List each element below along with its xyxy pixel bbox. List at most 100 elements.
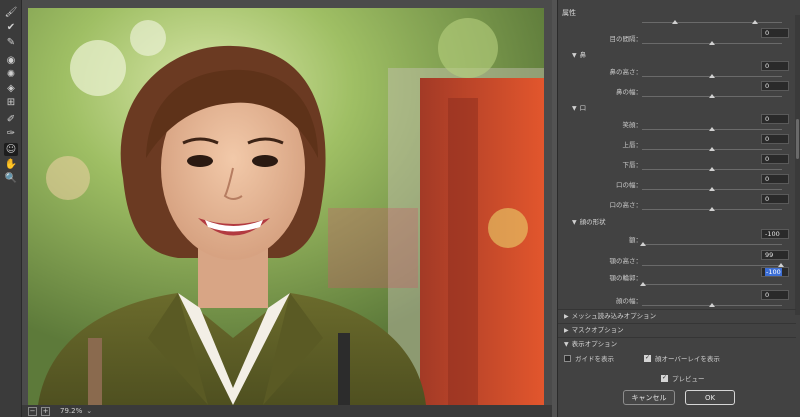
slider-knob[interactable] xyxy=(640,282,646,286)
preview-label: プレビュー xyxy=(672,375,705,383)
push-left-tool-icon[interactable]: ⊞ xyxy=(4,96,18,109)
face-tool-icon[interactable]: ☺ xyxy=(4,143,18,156)
chin-height-label: 顎の高さ： xyxy=(609,257,643,265)
nose-group-label: 鼻 xyxy=(579,51,587,59)
reconstruct-tool-icon[interactable]: ✔ xyxy=(4,21,18,34)
mesh-options-label: メッシュ読み込みオプション xyxy=(571,312,657,320)
upper-lip-slider[interactable] xyxy=(642,147,782,151)
bloat-tool-icon[interactable]: ◈ xyxy=(4,82,18,95)
slider-knob[interactable] xyxy=(709,127,715,131)
chin-height-input[interactable]: 99 xyxy=(761,250,789,260)
chin-height-slider[interactable] xyxy=(642,263,784,267)
smile-slider[interactable] xyxy=(642,127,782,131)
slider-knob[interactable] xyxy=(709,303,715,307)
panel-scrollbar[interactable] xyxy=(795,15,800,315)
chevron-down-icon[interactable]: ⌄ xyxy=(86,407,92,415)
lower-lip-input[interactable]: 0 xyxy=(761,154,789,164)
mask-options-section[interactable]: ▶ マスクオプション xyxy=(558,323,796,336)
tools-toolbar: 🖌 ✔ ✎ ◉ ✺ ◈ ⊞ ✐ ✑ ☺ ✋ 🔍 xyxy=(0,0,22,417)
panel-title: 属性 xyxy=(562,9,576,17)
ok-button[interactable]: OK xyxy=(685,390,735,405)
slider-knob[interactable] xyxy=(709,41,715,45)
view-options-section[interactable]: ▼ 表示オプション xyxy=(558,337,796,350)
nose-height-slider[interactable] xyxy=(642,74,782,78)
slider-knob[interactable] xyxy=(752,20,758,24)
scrollbar-thumb[interactable] xyxy=(796,119,799,159)
nose-group-header[interactable]: ▼ 鼻 xyxy=(572,49,586,59)
checkmark-icon[interactable]: ✓ xyxy=(661,374,668,382)
portrait-photo[interactable] xyxy=(28,8,544,405)
mouth-width-slider[interactable] xyxy=(642,187,782,191)
mouth-group-label: 口 xyxy=(579,104,587,112)
forehead-label: 額： xyxy=(629,236,642,244)
nose-width-slider[interactable] xyxy=(642,94,782,98)
canvas-area[interactable] xyxy=(22,0,552,417)
zoom-level[interactable]: 79.2% xyxy=(60,407,82,415)
twirl-tool-icon[interactable]: ◉ xyxy=(4,54,18,67)
jawline-label: 顎の輪郭： xyxy=(609,274,643,282)
slider-knob[interactable] xyxy=(709,147,715,151)
mouth-height-input[interactable]: 0 xyxy=(761,194,789,204)
triangle-down-icon: ▼ xyxy=(564,341,569,348)
jawline-slider[interactable] xyxy=(640,282,782,286)
smooth-tool-icon[interactable]: ✎ xyxy=(4,36,18,49)
forehead-input[interactable]: -100 xyxy=(761,229,789,239)
face-width-input[interactable]: 0 xyxy=(761,290,789,300)
face-shape-group-header[interactable]: ▼ 顔の形状 xyxy=(572,216,606,226)
face-width-label: 顔の幅： xyxy=(616,297,642,305)
slider-top-partial[interactable] xyxy=(642,20,782,24)
mouth-height-slider[interactable] xyxy=(642,207,782,211)
mouth-width-input[interactable]: 0 xyxy=(761,174,789,184)
show-guides-label: ガイドを表示 xyxy=(575,355,614,363)
slider-knob[interactable] xyxy=(672,20,678,24)
mouth-width-label: 口の幅： xyxy=(616,181,642,189)
triangle-down-icon: ▼ xyxy=(572,105,577,112)
zoom-out-button[interactable]: − xyxy=(28,406,37,416)
zoom-tool-icon[interactable]: 🔍 xyxy=(4,172,18,185)
triangle-down-icon: ▼ xyxy=(572,219,577,226)
smile-input[interactable]: 0 xyxy=(761,114,789,124)
hand-tool-icon[interactable]: ✋ xyxy=(4,158,18,171)
lower-lip-label: 下唇： xyxy=(622,161,643,169)
nose-height-input[interactable]: 0 xyxy=(761,61,789,71)
eye-distance-label: 目の間隔： xyxy=(609,35,643,43)
view-options-label: 表示オプション xyxy=(571,340,618,348)
upper-lip-label: 上唇： xyxy=(622,141,643,149)
zoom-bar: − + 79.2% ⌄ xyxy=(22,405,552,417)
show-guides-checkbox[interactable]: ガイドを表示 xyxy=(564,353,614,363)
triangle-right-icon: ▶ xyxy=(564,327,569,334)
thaw-mask-tool-icon[interactable]: ✑ xyxy=(4,127,18,140)
freeze-mask-tool-icon[interactable]: ✐ xyxy=(4,113,18,126)
eye-distance-input[interactable]: 0 xyxy=(761,28,789,38)
nose-width-input[interactable]: 0 xyxy=(761,81,789,91)
jawline-input[interactable]: -100 xyxy=(761,267,789,277)
eye-distance-slider[interactable] xyxy=(642,41,782,45)
slider-knob[interactable] xyxy=(709,187,715,191)
face-overlay-label: 顔オーバーレイを表示 xyxy=(655,355,720,363)
forehead-slider[interactable] xyxy=(640,242,782,246)
pucker-tool-icon[interactable]: ✺ xyxy=(4,68,18,81)
nose-height-label: 鼻の高さ： xyxy=(609,68,643,76)
cancel-button[interactable]: キャンセル xyxy=(623,390,675,405)
nose-width-label: 鼻の幅： xyxy=(616,88,642,96)
slider-knob[interactable] xyxy=(709,207,715,211)
checkmark-icon[interactable]: ✓ xyxy=(644,354,651,362)
preview-checkbox[interactable]: ✓ プレビュー xyxy=(661,373,705,383)
face-width-slider[interactable] xyxy=(642,303,782,307)
forward-warp-tool-icon[interactable]: 🖌 xyxy=(4,6,18,19)
slider-knob[interactable] xyxy=(640,242,646,246)
slider-knob[interactable] xyxy=(709,94,715,98)
lower-lip-slider[interactable] xyxy=(642,167,782,171)
checkbox-box[interactable] xyxy=(564,354,571,362)
mouth-group-header[interactable]: ▼ 口 xyxy=(572,102,586,112)
mesh-options-section[interactable]: ▶ メッシュ読み込みオプション xyxy=(558,309,796,322)
properties-panel: 属性 目の間隔： 0 ▼ 鼻 鼻の高さ： 0 鼻の幅： 0 ▼ 口 笑顔： 0 上唇… xyxy=(557,0,800,417)
face-overlay-checkbox[interactable]: ✓ 顔オーバーレイを表示 xyxy=(644,353,720,363)
mouth-height-label: 口の高さ： xyxy=(609,201,643,209)
upper-lip-input[interactable]: 0 xyxy=(761,134,789,144)
slider-knob[interactable] xyxy=(709,167,715,171)
slider-knob[interactable] xyxy=(709,74,715,78)
zoom-in-button[interactable]: + xyxy=(41,406,50,416)
triangle-down-icon: ▼ xyxy=(572,52,577,59)
triangle-right-icon: ▶ xyxy=(564,313,569,320)
